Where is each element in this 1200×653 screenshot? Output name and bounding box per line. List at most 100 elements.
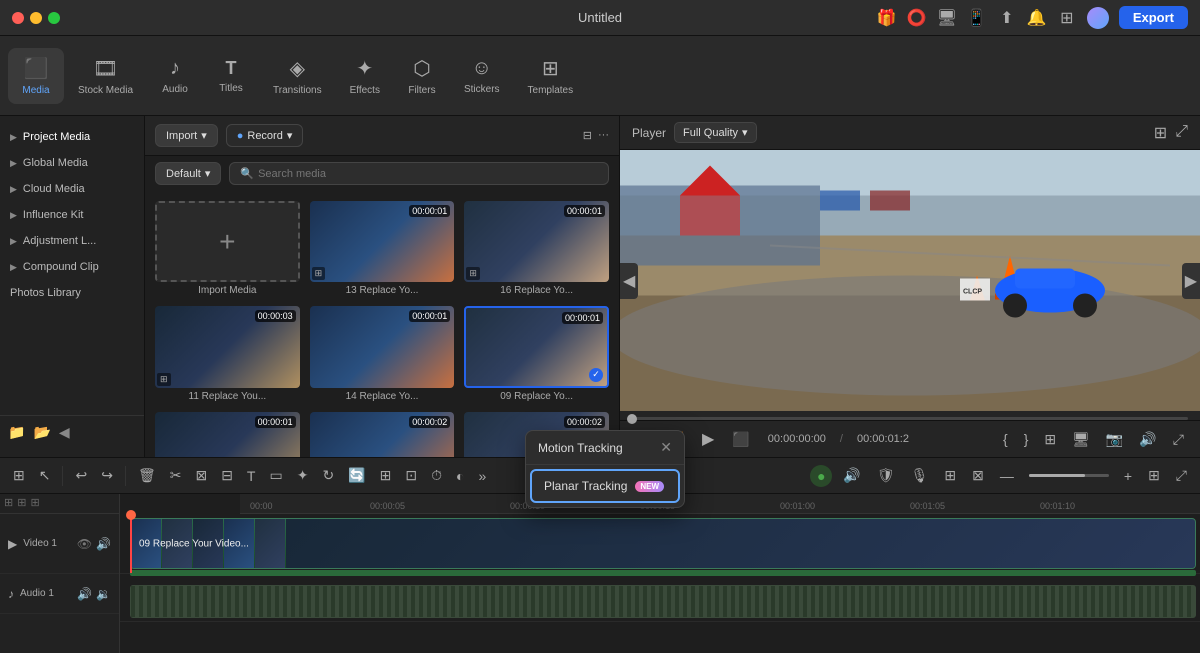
tool-effects[interactable]: ✦ Effects (336, 48, 394, 104)
more-button[interactable]: » (473, 465, 491, 487)
progress-thumb[interactable] (627, 414, 637, 424)
collapse-left-button[interactable]: ◀ (620, 263, 638, 299)
grid-tl-icon[interactable]: ⊞ (1143, 464, 1165, 487)
monitor-icon[interactable]: 🖥 (937, 8, 957, 28)
sidebar-item-project-media[interactable]: ▶ Project Media (0, 124, 144, 150)
close-popup-button[interactable]: ✕ (660, 439, 672, 456)
rotate-button[interactable]: ↻ (317, 464, 339, 487)
avatar[interactable] (1087, 7, 1109, 29)
tool-stock-media[interactable]: 🎞 Stock Media (64, 48, 147, 104)
tool-transitions[interactable]: ◈ Transitions (259, 48, 336, 104)
devices-icon[interactable]: 📱 (967, 8, 987, 28)
color-button[interactable]: ◐ (451, 465, 469, 487)
tool-titles[interactable]: T Titles (203, 50, 259, 102)
media-clip-5[interactable]: 00:00:01 ✓ 09 Replace Yo... (464, 306, 609, 401)
redo-button[interactable]: ↪ (96, 464, 118, 487)
speed-button[interactable]: ⏱ (426, 464, 447, 487)
fullscreen-icon[interactable]: ⤢ (1175, 123, 1188, 143)
audio-clip[interactable] (130, 585, 1196, 618)
lock-icon[interactable]: 🔊 (96, 537, 111, 551)
sidebar-item-global-media[interactable]: ▶ Global Media (0, 150, 144, 176)
play-button[interactable]: ▶ (698, 427, 718, 451)
close-button[interactable] (12, 12, 24, 24)
audio-eye-icon[interactable]: 🔊 (77, 587, 92, 601)
zoom-in-icon[interactable]: + (1119, 465, 1137, 487)
minimize-button[interactable] (30, 12, 42, 24)
record-circle-icon[interactable]: ⭕ (907, 8, 927, 28)
video-clip[interactable]: 09 Replace Your Video... 09 Replace Your… (130, 518, 1196, 569)
collapse-right-button[interactable]: ▶ (1182, 263, 1200, 299)
monitor2-icon[interactable]: 🖥 (1068, 429, 1094, 450)
record-tl-button[interactable]: ● (810, 465, 832, 487)
snapshot-icon[interactable]: 📷 (1102, 429, 1127, 450)
eq-icon[interactable]: ⊞ (939, 464, 961, 487)
video-icon[interactable]: ⊠ (967, 464, 989, 487)
export-button[interactable]: Export (1119, 6, 1188, 29)
delete-button[interactable]: 🗑 (133, 464, 161, 487)
media-clip-7[interactable]: 00:00:02 12 Replace You... (310, 412, 455, 457)
tool-audio[interactable]: ♪ Audio (147, 49, 203, 103)
audio-vol-icon[interactable]: 🔉 (96, 587, 111, 601)
sidebar-item-compound-clip[interactable]: ▶ Compound Clip (0, 254, 144, 280)
import-media-item[interactable]: + Import Media (155, 201, 300, 296)
eye-icon[interactable]: 👁 (77, 537, 92, 551)
tool-stickers[interactable]: ☺ Stickers (450, 49, 514, 103)
sidebar-item-adjustment[interactable]: ▶ Adjustment L... (0, 228, 144, 254)
search-input[interactable] (258, 168, 598, 180)
media-clip-3[interactable]: 00:00:03 ⊞ 11 Replace You... (155, 306, 300, 401)
media-clip-6[interactable]: 00:00:01 15 Replace Yo... (155, 412, 300, 457)
magic-button[interactable]: ✦ (292, 464, 314, 487)
grid-view-icon[interactable]: ⊞ (1154, 123, 1167, 143)
more-icon[interactable]: ··· (598, 129, 609, 142)
filter-icon[interactable]: ⊟ (583, 129, 592, 142)
upload-icon[interactable]: ⬆ (997, 8, 1017, 28)
default-dropdown[interactable]: Default ▾ (155, 162, 221, 185)
maximize-button[interactable] (48, 12, 60, 24)
bracket-left-button[interactable]: { (999, 429, 1012, 450)
layout-button[interactable]: ⊞ (1040, 429, 1060, 450)
media-clip-2[interactable]: 00:00:01 ⊞ 16 Replace Yo... (464, 201, 609, 296)
zoom-slider[interactable] (1029, 474, 1109, 477)
tool-templates[interactable]: ⊞ Templates (514, 48, 588, 104)
mic-icon[interactable]: 🎙 (906, 464, 934, 487)
scissors-button[interactable]: ✂ (165, 464, 187, 487)
search-box[interactable]: 🔍 (229, 162, 609, 185)
media-clip-4[interactable]: 00:00:01 14 Replace Yo... (310, 306, 455, 401)
pointer-icon[interactable]: ↖ (34, 464, 56, 487)
split-icon[interactable]: ⊞ (8, 464, 30, 487)
split-button[interactable]: ⊟ (216, 464, 238, 487)
undo-button[interactable]: ↩ (70, 464, 92, 487)
volume-icon[interactable]: 🔊 (1135, 429, 1160, 450)
media-clip-1[interactable]: 00:00:01 ⊞ 13 Replace Yo... (310, 201, 455, 296)
folder-icon[interactable]: 📁 (8, 424, 25, 441)
tool-media[interactable]: ⬛ Media (8, 48, 64, 104)
sidebar-item-influence-kit[interactable]: ▶ Influence Kit (0, 202, 144, 228)
import-thumb[interactable]: + (155, 201, 300, 282)
text-button[interactable]: T (242, 465, 261, 487)
preview-progress-bar[interactable] (632, 417, 1188, 420)
gift-icon[interactable]: 🎁 (877, 8, 897, 28)
add-audio-icon[interactable]: ⊞ (17, 496, 26, 509)
import-button[interactable]: Import ▾ (155, 124, 218, 147)
zoom-out-icon[interactable]: — (995, 465, 1019, 487)
bracket-right-button[interactable]: } (1020, 429, 1033, 450)
notification-icon[interactable]: 🔔 (1027, 8, 1047, 28)
add-folder-icon[interactable]: 📂 (33, 424, 50, 441)
pip-button[interactable]: ⊡ (400, 464, 422, 487)
collapse-icon[interactable]: ◀ (59, 424, 70, 441)
loop-button[interactable]: 🔄 (343, 464, 370, 487)
rect-button[interactable]: ▭ (264, 464, 287, 487)
quality-button[interactable]: Full Quality ▾ (674, 122, 757, 143)
record-button[interactable]: ● Record ▾ (226, 124, 304, 147)
add-track-icon[interactable]: ⊞ (4, 496, 13, 509)
stop-button[interactable]: ⬛ (728, 429, 753, 450)
shield-icon[interactable]: 🛡 (872, 464, 900, 487)
trim-button[interactable]: ⊠ (190, 464, 212, 487)
expand-icon[interactable]: ⤢ (1171, 464, 1192, 487)
crop-button[interactable]: ⊞ (375, 464, 397, 487)
fullscreen2-icon[interactable]: ⤢ (1169, 429, 1188, 450)
audio-tl-icon[interactable]: 🔊 (838, 464, 865, 487)
grid-icon[interactable]: ⊞ (1057, 8, 1077, 28)
add-video2-icon[interactable]: ⊞ (30, 496, 39, 509)
sidebar-item-cloud-media[interactable]: ▶ Cloud Media (0, 176, 144, 202)
